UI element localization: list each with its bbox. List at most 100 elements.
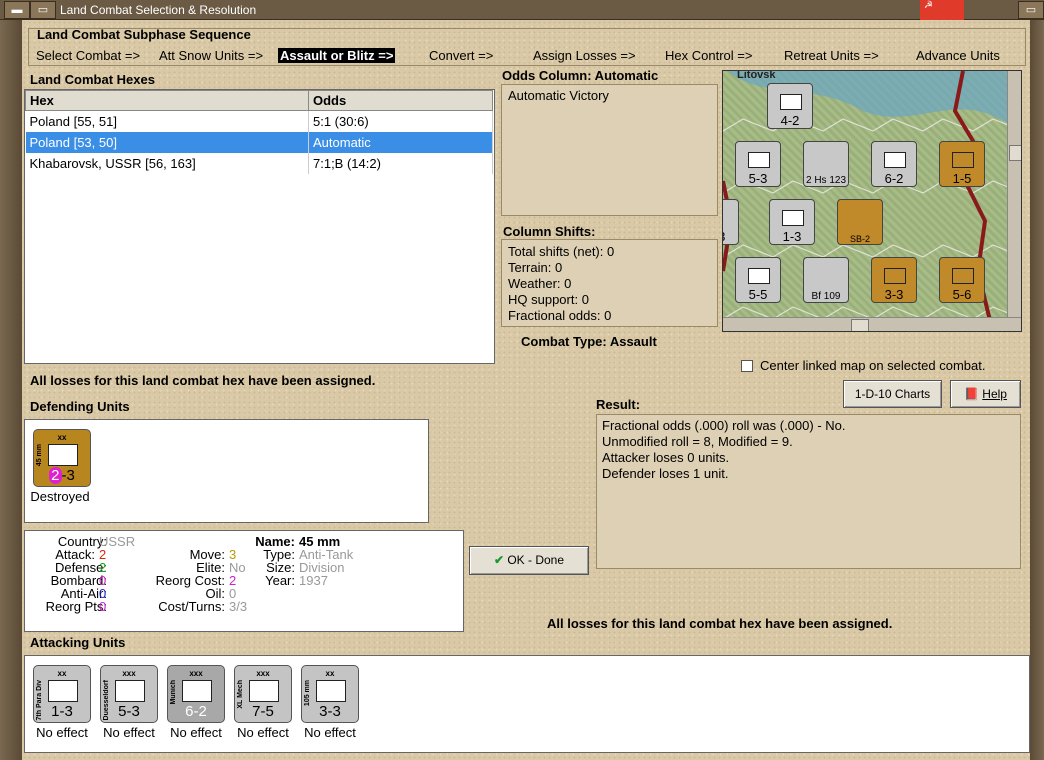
system-menu-icon[interactable]: ▬ [4,1,30,19]
attacking-unit-counter[interactable]: xxx Munich 6-2 [167,665,225,723]
table-row[interactable]: Khabarovsk, USSR [56, 163] 7:1;B (14:2) [25,152,493,174]
odds-header: Odds Column: Automatic [502,68,659,83]
title-bar: ▬ ▭ Land Combat Selection & Resolution ☭… [0,0,1044,20]
map-counter[interactable]: 1-3 [723,199,739,245]
map-counter[interactable]: 5-6 [939,257,985,303]
mountain-icon [115,680,145,702]
defense-value: -3 [61,467,75,484]
attacking-panel: xx 7th Para Div 1-3 No effect xxx Duesseld… [24,655,1030,753]
map-vscrollbar[interactable] [1007,71,1021,317]
hscroll-thumb[interactable] [851,319,869,331]
center-map-checkbox[interactable] [741,360,753,372]
restore-icon[interactable]: ▭ [1018,1,1044,19]
attacking-unit-status: No effect [237,725,289,740]
seq-select-combat[interactable]: Select Combat => [36,48,140,63]
table-row-selected[interactable]: Poland [53, 50] Automatic [25,131,493,153]
map-counter[interactable]: 1-5 [939,141,985,187]
help-button[interactable]: 📕 Help [950,380,1021,408]
sequence-header: Land Combat Subphase Sequence [37,27,251,42]
close-button[interactable]: ☭ [920,0,964,20]
seq-assault-or-blitz[interactable]: Assault or Blitz => [278,48,396,63]
seq-convert[interactable]: Convert => [429,48,493,63]
odds-cell: 7:1;B (14:2) [308,152,493,174]
map-counter[interactable]: 1-3 [769,199,815,245]
attacking-unit-counter[interactable]: xx 7th Para Div 1-3 [33,665,91,723]
detail-year: 1937 [299,573,328,588]
ok-done-button[interactable]: ✔ OK - Done [469,546,589,575]
map-counter[interactable]: 5-5 [735,257,781,303]
seq-att-snow-units[interactable]: Att Snow Units => [159,48,263,63]
result-line: Fractional odds (.000) roll was (.000) -… [602,418,846,433]
mech-icon [249,680,279,702]
result-header: Result: [596,397,641,412]
para-icon [48,680,78,702]
shift-terrain: Terrain: 0 [508,260,563,275]
shift-weather: Weather: 0 [508,276,572,291]
detail-reorg: 0 [99,599,107,614]
map-hscrollbar[interactable] [723,317,1021,331]
hex-cell: Poland [55, 51] [25,110,309,132]
hexes-table-panel: Hex Odds Poland [55, 51] 5:1 (30:6) Pola… [24,89,495,364]
map-city-label: Litovsk [737,70,776,81]
odds-text: Automatic Victory [508,88,609,103]
frame-left [0,20,22,760]
help-book-icon: 📕 [964,387,979,401]
result-line: Defender loses 1 unit. [602,466,729,481]
odds-cell: Automatic [308,131,493,153]
result-panel: Fractional odds (.000) roll was (.000) -… [596,414,1021,569]
minimize-icon[interactable]: ▭ [30,1,56,19]
charts-button[interactable]: 1-D-10 Charts [843,380,942,408]
map-counter-selected[interactable]: SB-2 [837,199,883,245]
result-line: Attacker loses 0 units. [602,450,730,465]
losses-message-bottom: All losses for this land combat hex have… [547,616,893,631]
col-odds[interactable]: Odds [308,90,493,111]
attacking-unit-status: No effect [170,725,222,740]
attacking-unit-status: No effect [304,725,356,740]
col-hex[interactable]: Hex [25,90,309,111]
combat-type: Combat Type: Assault [521,334,657,349]
shifts-panel: Total shifts (net): 0 Terrain: 0 Weather… [501,239,718,327]
table-row[interactable]: Poland [55, 51] 5:1 (30:6) [25,110,493,132]
map-counter[interactable]: 3-3 [871,257,917,303]
attacking-unit-counter[interactable]: xxx XL Mech 7-5 [234,665,292,723]
shifts-header: Column Shifts: [503,224,596,239]
vscroll-thumb[interactable] [1009,145,1021,161]
hexes-table: Hex Odds Poland [55, 51] 5:1 (30:6) Pola… [25,90,493,174]
defending-panel: xx 45 mm 2 -3 Destroyed [24,419,429,523]
result-line: Unmodified roll = 8, Modified = 9. [602,434,793,449]
shift-hq: HQ support: 0 [508,292,589,307]
hex-cell: Poland [53, 50] [25,131,309,153]
attacking-header: Attacking Units [30,635,126,650]
window-title: Land Combat Selection & Resolution [60,3,257,17]
seq-assign-losses[interactable]: Assign Losses => [533,48,636,63]
shift-total: Total shifts (net): 0 [508,244,615,259]
attacking-unit-status: No effect [36,725,88,740]
detail-costturns: 3/3 [229,599,248,614]
hexes-header: Land Combat Hexes [30,72,155,87]
map-counter[interactable]: Bf 109 [803,257,849,303]
defending-unit-counter[interactable]: xx 45 mm 2 -3 [33,429,91,487]
artillery-icon [316,680,346,702]
defending-header: Defending Units [30,399,130,414]
attack-value: 2 [49,467,62,484]
attacking-unit-counter[interactable]: xxx Duesseldorf 5-3 [100,665,158,723]
attacking-unit-counter[interactable]: xx 105 mm 3-3 [301,665,359,723]
losses-message-top: All losses for this land combat hex have… [30,373,376,388]
map-counter[interactable]: 5-3 [735,141,781,187]
map-counter[interactable]: 4-2 [767,83,813,129]
mountain-icon [182,680,212,702]
shift-fractional: Fractional odds: 0 [508,308,612,323]
seq-hex-control[interactable]: Hex Control => [665,48,752,63]
checkmark-icon: ✔ [493,553,504,567]
map-counter[interactable]: 2 Hs 123 [803,141,849,187]
odds-cell: 5:1 (30:6) [308,110,493,132]
seq-advance-units[interactable]: Advance Units [916,48,1000,63]
odds-panel: Automatic Victory [501,84,718,216]
combat-map[interactable]: Litovsk 4-2 5-3 2 Hs 123 6-2 1-5 1-3 SB-… [722,70,1022,332]
center-map-label: Center linked map on selected combat. [760,358,986,373]
seq-retreat-units[interactable]: Retreat Units => [784,48,879,63]
defending-unit-status: Destroyed [30,489,90,504]
map-counter[interactable]: 6-2 [871,141,917,187]
ok-done-label: OK - Done [507,553,565,567]
help-label: Help [982,387,1007,401]
